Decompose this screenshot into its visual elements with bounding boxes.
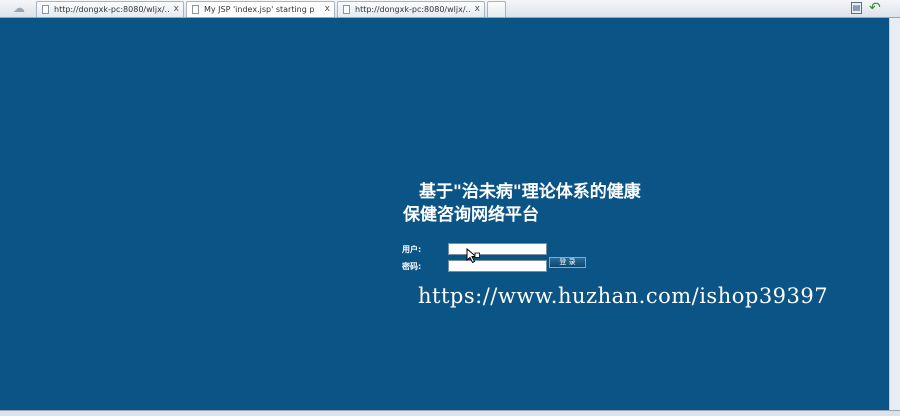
login-button[interactable]: 登 录 <box>549 257 586 268</box>
password-input[interactable] <box>448 260 547 272</box>
home-icon[interactable]: ☁ <box>10 2 28 15</box>
tab-1[interactable]: http://dongxk-pc:8080/wljx/... x <box>36 1 184 17</box>
page-title-line-1: 基于"治未病"理论体系的健康 <box>419 182 641 202</box>
browser-tab-bar: ☁ http://dongxk-pc:8080/wljx/... x My JS… <box>0 0 900 18</box>
mouse-cursor-icon <box>466 248 480 264</box>
watermark-text: https://www.huzhan.com/ishop39397 <box>418 284 829 308</box>
password-label: 密码: <box>402 262 422 271</box>
tab-title: My JSP 'index.jsp' starting p <box>204 5 315 14</box>
document-icon <box>343 5 350 14</box>
status-bar <box>0 410 900 416</box>
tab-title: http://dongxk-pc:8080/wljx/... <box>54 5 169 14</box>
vertical-scrollbar[interactable] <box>889 18 900 410</box>
tab-title: http://dongxk-pc:8080/wljx/... <box>355 5 470 14</box>
page-title: 基于"治未病"理论体系的健康 保健咨询网络平台 <box>403 181 723 227</box>
new-tab-button[interactable] <box>487 1 506 17</box>
tab-close-button[interactable]: x <box>174 2 179 17</box>
document-icon <box>192 5 199 14</box>
page-icon[interactable]: ▤ <box>851 2 862 14</box>
tab-2[interactable]: My JSP 'index.jsp' starting p x <box>186 1 335 17</box>
tab-close-button[interactable]: x <box>475 2 480 17</box>
back-arrow-icon[interactable]: ↶ <box>869 0 881 16</box>
page-title-line-2: 保健咨询网络平台 <box>403 205 539 225</box>
tab-close-button[interactable]: x <box>325 2 330 17</box>
document-icon <box>42 5 49 14</box>
username-input[interactable] <box>448 243 547 255</box>
user-label: 用户: <box>402 245 422 254</box>
tab-3[interactable]: http://dongxk-pc:8080/wljx/... x <box>337 1 485 17</box>
